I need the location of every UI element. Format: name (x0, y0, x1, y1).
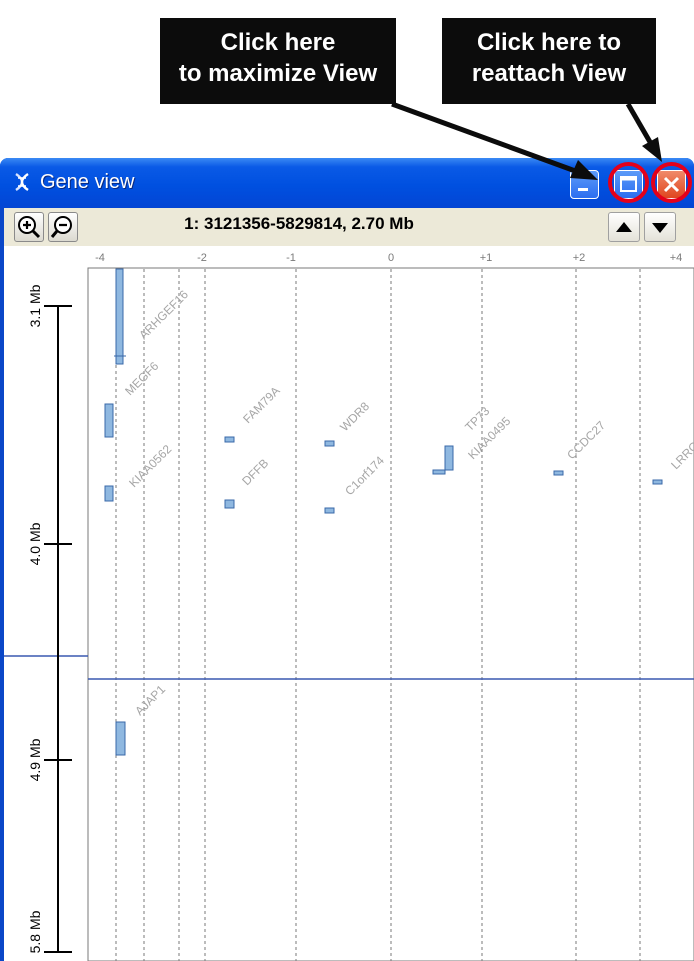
gene-box-ccdc27[interactable] (553, 470, 564, 476)
window-title: Gene view (40, 171, 135, 193)
maximize-callout-line2: to maximize View (178, 60, 378, 87)
nav-down-button[interactable] (644, 212, 676, 242)
gene-box-megf6[interactable] (104, 403, 114, 438)
gene-box-arhgef16[interactable] (115, 268, 124, 365)
triangle-down-icon (652, 223, 668, 233)
minimize-icon (578, 188, 588, 191)
gene-plot-canvas: -4 -2 -1 0 +1 +2 +4 3.1 Mb 4.0 Mb 4.9 Mb… (4, 252, 694, 961)
gene-box-ajap1[interactable] (115, 721, 126, 756)
gene-box-lrrc47[interactable] (652, 479, 663, 485)
maximize-callout: Click here to maximize View (160, 18, 396, 104)
dna-icon (15, 173, 29, 191)
gene-box-kiaa0562[interactable] (104, 485, 114, 502)
gene-box-kiaa0495[interactable] (444, 445, 454, 471)
toolbar: 1: 3121356-5829814, 2.70 Mb (4, 208, 694, 246)
gene-box-tp73[interactable] (432, 469, 446, 475)
triangle-up-icon (616, 222, 632, 232)
x-tick-label: 0 (388, 252, 394, 264)
maximize-highlight-ring (608, 162, 649, 203)
reattach-callout-line2: reattach View (471, 60, 627, 87)
gene-view-content: 1: 3121356-5829814, 2.70 Mb -4 -2 -1 0 +… (4, 208, 694, 961)
x-tick-label: +4 (670, 252, 683, 264)
gene-box-dffb[interactable] (224, 499, 235, 509)
x-tick-label: -2 (197, 252, 207, 264)
y-tick-label: 4.9 Mb (27, 738, 43, 781)
reattach-callout: Click here to reattach View (442, 18, 656, 104)
y-tick-label: 5.8 Mb (27, 910, 43, 953)
maximize-callout-line1: Click here (220, 29, 336, 56)
title-bar[interactable]: Gene view (0, 158, 694, 208)
reattach-callout-line1: Click here to (476, 29, 622, 56)
x-tick-label: -4 (95, 252, 105, 264)
y-tick-label: 3.1 Mb (27, 284, 43, 327)
gene-box-c1orf174[interactable] (324, 507, 335, 514)
gene-box-wdr8[interactable] (324, 440, 335, 447)
reattach-highlight-ring (651, 162, 692, 203)
nav-up-button[interactable] (608, 212, 640, 242)
gene-view-window: Gene view 1: 3121356-5829814, 2.70 Mb -4… (0, 158, 694, 961)
region-label: 1: 3121356-5829814, 2.70 Mb (184, 214, 414, 233)
y-tick-label: 4.0 Mb (27, 522, 43, 565)
gene-plot[interactable]: -4 -2 -1 0 +1 +2 +4 3.1 Mb 4.0 Mb 4.9 Mb… (4, 246, 694, 961)
x-tick-label: -1 (286, 252, 296, 264)
reattach-arrow (625, 102, 653, 144)
gene-box-fam79a[interactable] (224, 436, 235, 443)
x-tick-label: +1 (480, 252, 493, 264)
x-tick-label: +2 (573, 252, 586, 264)
minimize-button[interactable] (570, 170, 599, 199)
